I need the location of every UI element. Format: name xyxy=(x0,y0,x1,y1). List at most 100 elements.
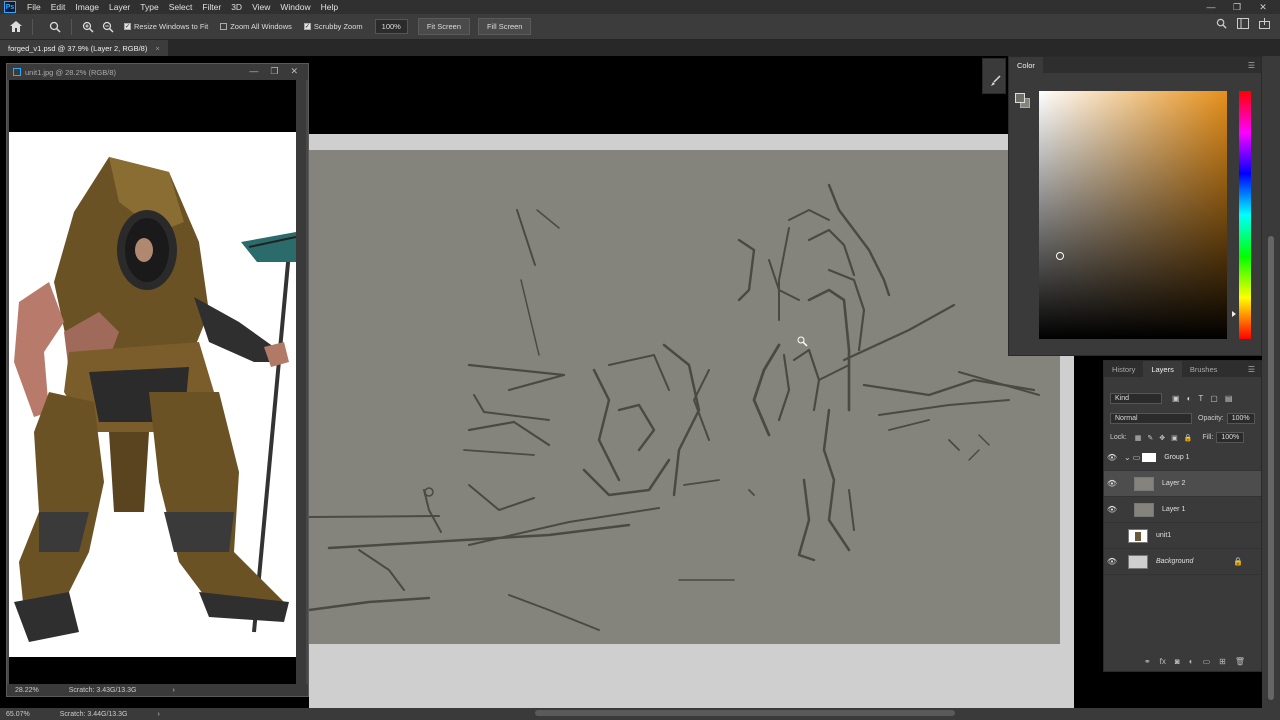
reference-window-titlebar[interactable]: unit1.jpg @ 28.2% (RGB/8) — ❐ ✕ xyxy=(7,64,308,80)
visibility-eye-icon[interactable]: 👁 xyxy=(1104,505,1120,514)
visibility-eye-icon[interactable]: 👁 xyxy=(1104,557,1120,566)
menu-image[interactable]: Image xyxy=(70,2,104,12)
document-canvas[interactable] xyxy=(309,150,1060,644)
reference-zoom-status[interactable]: 28.22% xyxy=(15,687,39,694)
filter-kind-dropdown[interactable]: Kind xyxy=(1110,393,1162,404)
delete-layer-icon[interactable]: 🗑 xyxy=(1235,657,1245,666)
group-mask-thumbnail xyxy=(1142,453,1157,462)
menu-filter[interactable]: Filter xyxy=(197,2,226,12)
visibility-eye-icon[interactable]: 👁 xyxy=(1104,531,1120,540)
document-tab[interactable]: forged_v1.psd @ 37.9% (Layer 2, RGB/8) × xyxy=(0,40,168,56)
scrubby-zoom-checkbox[interactable]: ✓ Scrubby Zoom xyxy=(303,22,363,31)
filter-shape-icon[interactable]: ▢ xyxy=(1210,394,1218,403)
menu-type[interactable]: Type xyxy=(135,2,163,12)
menu-window[interactable]: Window xyxy=(275,2,315,12)
new-group-icon[interactable]: ▭ xyxy=(1203,657,1211,666)
menu-file[interactable]: File xyxy=(22,2,46,12)
fit-screen-button[interactable]: Fit Screen xyxy=(417,18,471,35)
window-close-button[interactable]: ✕ xyxy=(1252,0,1274,14)
document-tab-title: forged_v1.psd @ 37.9% (Layer 2, RGB/8) xyxy=(8,43,148,53)
new-layer-icon[interactable]: ⊞ xyxy=(1219,657,1226,666)
layer-thumbnail xyxy=(1134,502,1154,517)
menu-help[interactable]: Help xyxy=(316,2,343,12)
adjustment-layer-icon[interactable]: ◐ xyxy=(1189,657,1194,666)
foreground-background-swatches[interactable] xyxy=(1015,93,1031,109)
hue-slider-marker[interactable] xyxy=(1232,311,1236,317)
menu-layer[interactable]: Layer xyxy=(104,2,135,12)
fill-screen-button[interactable]: Fill Screen xyxy=(478,18,532,35)
filter-adjustment-icon[interactable]: ◐ xyxy=(1187,394,1192,403)
tab-layers[interactable]: Layers xyxy=(1143,361,1182,377)
restore-icon[interactable]: ❐ xyxy=(270,66,278,77)
layer-unit1[interactable]: 👁 unit1 xyxy=(1104,523,1261,549)
menu-select[interactable]: Select xyxy=(164,2,198,12)
reference-scrollbar[interactable] xyxy=(296,80,306,685)
zoom-all-windows-checkbox[interactable]: Zoom All Windows xyxy=(220,22,292,31)
filter-type-icon[interactable]: T xyxy=(1198,394,1203,403)
link-layers-icon[interactable]: ⚭ xyxy=(1144,657,1151,666)
zoom-status[interactable]: 65.07% xyxy=(6,711,30,718)
window-restore-button[interactable]: ❐ xyxy=(1226,0,1248,14)
lock-icons[interactable]: ▦✎✥▣🔒 xyxy=(1135,434,1199,442)
reference-viewport[interactable] xyxy=(9,80,296,685)
vertical-scrollbar[interactable] xyxy=(1268,236,1274,700)
share-icon[interactable] xyxy=(1259,18,1270,32)
add-mask-icon[interactable]: ◙ xyxy=(1175,657,1180,666)
home-icon[interactable] xyxy=(6,17,26,37)
reference-image xyxy=(9,132,296,657)
opacity-field[interactable]: 100% xyxy=(1226,413,1255,424)
brush-tool-icon[interactable] xyxy=(987,73,1003,89)
tab-brushes[interactable]: Brushes xyxy=(1182,361,1226,377)
layer-layer-2[interactable]: 👁 Layer 2 xyxy=(1104,471,1261,497)
sketch-artwork xyxy=(309,183,1040,631)
visibility-eye-icon[interactable]: 👁 xyxy=(1104,479,1120,488)
tab-history[interactable]: History xyxy=(1104,361,1143,377)
foreground-color-swatch[interactable] xyxy=(1015,93,1025,103)
reference-status-arrow[interactable]: › xyxy=(172,687,174,694)
layer-group-1[interactable]: 👁 ⌄ ▭ Group 1 xyxy=(1104,445,1261,471)
checkbox-resize[interactable]: ✓ xyxy=(124,23,131,30)
color-picker-marker[interactable] xyxy=(1056,252,1064,260)
layer-name: Background xyxy=(1156,558,1194,565)
color-spectrum-field[interactable] xyxy=(1039,91,1227,339)
blend-mode-dropdown[interactable]: Normal xyxy=(1110,413,1192,424)
zoom-in-icon[interactable] xyxy=(78,17,98,37)
horizontal-scrollbar[interactable] xyxy=(535,710,955,716)
checkbox-zoom-all[interactable] xyxy=(220,23,228,30)
filter-smart-icon[interactable]: ▤ xyxy=(1225,394,1233,403)
checkbox-scrubby[interactable]: ✓ xyxy=(303,23,311,30)
layer-layer-1[interactable]: 👁 Layer 1 xyxy=(1104,497,1261,523)
layer-background[interactable]: 👁 Background 🔒 xyxy=(1104,549,1261,575)
panel-menu-icon[interactable]: ☰ xyxy=(1248,61,1255,70)
layer-effects-icon[interactable]: fx xyxy=(1160,657,1166,666)
workspace-icon[interactable] xyxy=(1237,18,1249,32)
search-icon[interactable] xyxy=(1216,18,1227,32)
tab-color[interactable]: Color xyxy=(1009,57,1043,73)
status-arrow[interactable]: › xyxy=(157,711,159,718)
color-panel-header: Color ☰ xyxy=(1009,57,1261,73)
fill-field[interactable]: 100% xyxy=(1216,432,1245,443)
resize-windows-checkbox[interactable]: ✓ Resize Windows to Fit xyxy=(124,22,208,31)
menu-3d[interactable]: 3D xyxy=(226,2,247,12)
chevron-down-icon[interactable]: ⌄ xyxy=(1124,453,1131,462)
panel-menu-icon[interactable]: ☰ xyxy=(1248,365,1255,374)
zoom-percent-field[interactable]: 100% xyxy=(374,19,408,34)
minimize-icon[interactable]: — xyxy=(249,66,258,77)
opacity-label: Opacity: xyxy=(1198,415,1224,422)
layer-name: Layer 1 xyxy=(1162,506,1186,513)
zoom-all-windows-label: Zoom All Windows xyxy=(230,22,292,31)
close-icon[interactable]: ✕ xyxy=(290,66,298,77)
close-tab-icon[interactable]: × xyxy=(155,44,159,53)
filter-pixel-icon[interactable]: ▣ xyxy=(1172,394,1180,403)
menu-view[interactable]: View xyxy=(247,2,275,12)
zoom-out-icon[interactable] xyxy=(98,17,118,37)
zoom-tool-icon[interactable] xyxy=(45,17,65,37)
visibility-eye-icon[interactable]: 👁 xyxy=(1104,453,1120,462)
menu-edit[interactable]: Edit xyxy=(46,2,71,12)
reference-window[interactable]: unit1.jpg @ 28.2% (RGB/8) — ❐ ✕ 28.22% S… xyxy=(6,63,309,697)
hue-slider[interactable] xyxy=(1239,91,1251,339)
divider xyxy=(71,18,72,35)
scratch-status: Scratch: 3.44G/13.3G xyxy=(59,710,128,718)
blend-row: Normal Opacity: 100% xyxy=(1104,413,1261,424)
window-minimize-button[interactable]: — xyxy=(1200,0,1222,14)
